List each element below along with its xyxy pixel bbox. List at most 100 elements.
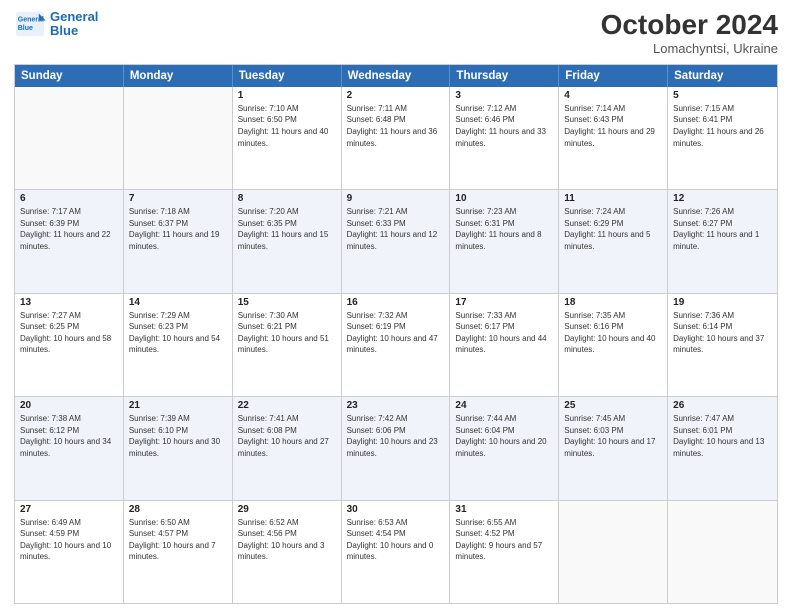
cell-info: Sunrise: 7:30 AMSunset: 6:21 PMDaylight:…	[238, 310, 336, 356]
cell-day-number: 20	[20, 400, 118, 411]
title-block: October 2024 Lomachyntsi, Ukraine	[601, 10, 778, 56]
calendar-cell: 22Sunrise: 7:41 AMSunset: 6:08 PMDayligh…	[233, 397, 342, 499]
cell-info: Sunrise: 7:10 AMSunset: 6:50 PMDaylight:…	[238, 103, 336, 149]
calendar-cell	[15, 87, 124, 189]
calendar-cell: 3 Sunrise: 7:12 AMSunset: 6:46 PMDaylight…	[450, 87, 559, 189]
calendar-cell: 26 Sunrise: 7:47 AMSunset: 6:01 PMDayligh…	[668, 397, 777, 499]
calendar-cell: 20 Sunrise: 7:38 AMSunset: 6:12 PMDayligh…	[15, 397, 124, 499]
cell-info: Sunrise: 6:49 AMSunset: 4:59 PMDaylight:…	[20, 517, 118, 563]
cell-day-number: 10	[455, 193, 553, 204]
calendar-cell	[559, 501, 668, 603]
cell-info: Sunrise: 7:23 AMSunset: 6:31 PMDaylight:…	[455, 206, 553, 252]
calendar-cell	[124, 87, 233, 189]
header: General Blue General Blue October 2024 L…	[14, 10, 778, 56]
calendar-week-3: 13Sunrise: 7:27 AMSunset: 6:25 PMDayligh…	[15, 293, 777, 396]
cell-day-number: 11	[564, 193, 662, 204]
calendar-cell: 6Sunrise: 7:17 AMSunset: 6:39 PMDaylight…	[15, 190, 124, 292]
cell-info: Sunrise: 6:52 AMSunset: 4:56 PMDaylight:…	[238, 517, 336, 563]
cell-info: Sunrise: 7:33 AMSunset: 6:17 PMDaylight:…	[455, 310, 553, 356]
cell-info: Sunrise: 7:15 AMSunset: 6:41 PMDaylight:…	[673, 103, 772, 149]
cell-info: Sunrise: 7:20 AMSunset: 6:35 PMDaylight:…	[238, 206, 336, 252]
calendar-cell: 31Sunrise: 6:55 AMSunset: 4:52 PMDayligh…	[450, 501, 559, 603]
cell-info: Sunrise: 6:53 AMSunset: 4:54 PMDaylight:…	[347, 517, 445, 563]
cell-day-number: 28	[129, 504, 227, 515]
cell-day-number: 27	[20, 504, 118, 515]
cell-info: Sunrise: 6:55 AMSunset: 4:52 PMDaylight:…	[455, 517, 553, 563]
cell-day-number: 15	[238, 297, 336, 308]
cell-info: Sunrise: 7:12 AMSunset: 6:46 PMDaylight:…	[455, 103, 553, 149]
cell-day-number: 30	[347, 504, 445, 515]
calendar-cell: 18 Sunrise: 7:35 AMSunset: 6:16 PMDayligh…	[559, 294, 668, 396]
calendar-cell: 16 Sunrise: 7:32 AMSunset: 6:19 PMDayligh…	[342, 294, 451, 396]
cell-day-number: 18	[564, 297, 662, 308]
cell-day-number: 3	[455, 90, 553, 101]
cell-info: Sunrise: 7:14 AMSunset: 6:43 PMDaylight:…	[564, 103, 662, 149]
location: Lomachyntsi, Ukraine	[601, 41, 778, 56]
calendar-cell: 8Sunrise: 7:20 AMSunset: 6:35 PMDaylight…	[233, 190, 342, 292]
cell-day-number: 25	[564, 400, 662, 411]
calendar-cell: 17 Sunrise: 7:33 AMSunset: 6:17 PMDayligh…	[450, 294, 559, 396]
cell-day-number: 12	[673, 193, 772, 204]
calendar-cell: 1 Sunrise: 7:10 AMSunset: 6:50 PMDaylight…	[233, 87, 342, 189]
calendar-cell: 24Sunrise: 7:44 AMSunset: 6:04 PMDayligh…	[450, 397, 559, 499]
cell-info: Sunrise: 7:17 AMSunset: 6:39 PMDaylight:…	[20, 206, 118, 252]
cell-info: Sunrise: 6:50 AMSunset: 4:57 PMDaylight:…	[129, 517, 227, 563]
cell-info: Sunrise: 7:44 AMSunset: 6:04 PMDaylight:…	[455, 413, 553, 459]
calendar: SundayMondayTuesdayWednesdayThursdayFrid…	[14, 64, 778, 604]
calendar-cell: 7Sunrise: 7:18 AMSunset: 6:37 PMDaylight…	[124, 190, 233, 292]
header-cell-sunday: Sunday	[15, 65, 124, 87]
logo: General Blue General Blue	[14, 10, 98, 39]
calendar-cell: 5 Sunrise: 7:15 AMSunset: 6:41 PMDaylight…	[668, 87, 777, 189]
calendar-body: 1 Sunrise: 7:10 AMSunset: 6:50 PMDaylight…	[15, 87, 777, 603]
logo-icon: General Blue	[14, 10, 46, 38]
cell-day-number: 9	[347, 193, 445, 204]
cell-info: Sunrise: 7:42 AMSunset: 6:06 PMDaylight:…	[347, 413, 445, 459]
cell-day-number: 1	[238, 90, 336, 101]
calendar-cell: 19 Sunrise: 7:36 AMSunset: 6:14 PMDayligh…	[668, 294, 777, 396]
cell-info: Sunrise: 7:45 AMSunset: 6:03 PMDaylight:…	[564, 413, 662, 459]
calendar-cell: 13Sunrise: 7:27 AMSunset: 6:25 PMDayligh…	[15, 294, 124, 396]
cell-info: Sunrise: 7:39 AMSunset: 6:10 PMDaylight:…	[129, 413, 227, 459]
calendar-cell: 27 Sunrise: 6:49 AMSunset: 4:59 PMDayligh…	[15, 501, 124, 603]
header-cell-monday: Monday	[124, 65, 233, 87]
calendar-cell: 29Sunrise: 6:52 AMSunset: 4:56 PMDayligh…	[233, 501, 342, 603]
logo-blue: Blue	[50, 24, 98, 38]
cell-info: Sunrise: 7:26 AMSunset: 6:27 PMDaylight:…	[673, 206, 772, 252]
cell-info: Sunrise: 7:47 AMSunset: 6:01 PMDaylight:…	[673, 413, 772, 459]
logo-general: General	[50, 10, 98, 24]
cell-info: Sunrise: 7:38 AMSunset: 6:12 PMDaylight:…	[20, 413, 118, 459]
calendar-cell: 10 Sunrise: 7:23 AMSunset: 6:31 PMDayligh…	[450, 190, 559, 292]
calendar-cell: 2Sunrise: 7:11 AMSunset: 6:48 PMDaylight…	[342, 87, 451, 189]
cell-info: Sunrise: 7:32 AMSunset: 6:19 PMDaylight:…	[347, 310, 445, 356]
cell-info: Sunrise: 7:35 AMSunset: 6:16 PMDaylight:…	[564, 310, 662, 356]
calendar-cell: 23 Sunrise: 7:42 AMSunset: 6:06 PMDayligh…	[342, 397, 451, 499]
calendar-cell: 12 Sunrise: 7:26 AMSunset: 6:27 PMDayligh…	[668, 190, 777, 292]
cell-info: Sunrise: 7:18 AMSunset: 6:37 PMDaylight:…	[129, 206, 227, 252]
cell-info: Sunrise: 7:24 AMSunset: 6:29 PMDaylight:…	[564, 206, 662, 252]
calendar-cell: 15 Sunrise: 7:30 AMSunset: 6:21 PMDayligh…	[233, 294, 342, 396]
cell-day-number: 21	[129, 400, 227, 411]
cell-day-number: 19	[673, 297, 772, 308]
cell-day-number: 4	[564, 90, 662, 101]
cell-day-number: 14	[129, 297, 227, 308]
calendar-cell: 28 Sunrise: 6:50 AMSunset: 4:57 PMDayligh…	[124, 501, 233, 603]
month-year: October 2024	[601, 10, 778, 41]
calendar-cell: 25 Sunrise: 7:45 AMSunset: 6:03 PMDayligh…	[559, 397, 668, 499]
calendar-cell: 14Sunrise: 7:29 AMSunset: 6:23 PMDayligh…	[124, 294, 233, 396]
cell-day-number: 16	[347, 297, 445, 308]
calendar-cell: 11 Sunrise: 7:24 AMSunset: 6:29 PMDayligh…	[559, 190, 668, 292]
cell-day-number: 23	[347, 400, 445, 411]
calendar-week-2: 6Sunrise: 7:17 AMSunset: 6:39 PMDaylight…	[15, 189, 777, 292]
cell-day-number: 22	[238, 400, 336, 411]
cell-day-number: 26	[673, 400, 772, 411]
calendar-cell: 9Sunrise: 7:21 AMSunset: 6:33 PMDaylight…	[342, 190, 451, 292]
cell-info: Sunrise: 7:11 AMSunset: 6:48 PMDaylight:…	[347, 103, 445, 149]
page: General Blue General Blue October 2024 L…	[0, 0, 792, 612]
calendar-week-1: 1 Sunrise: 7:10 AMSunset: 6:50 PMDaylight…	[15, 87, 777, 189]
calendar-cell: 21 Sunrise: 7:39 AMSunset: 6:10 PMDayligh…	[124, 397, 233, 499]
cell-day-number: 17	[455, 297, 553, 308]
cell-day-number: 5	[673, 90, 772, 101]
header-cell-tuesday: Tuesday	[233, 65, 342, 87]
calendar-cell	[668, 501, 777, 603]
cell-info: Sunrise: 7:36 AMSunset: 6:14 PMDaylight:…	[673, 310, 772, 356]
